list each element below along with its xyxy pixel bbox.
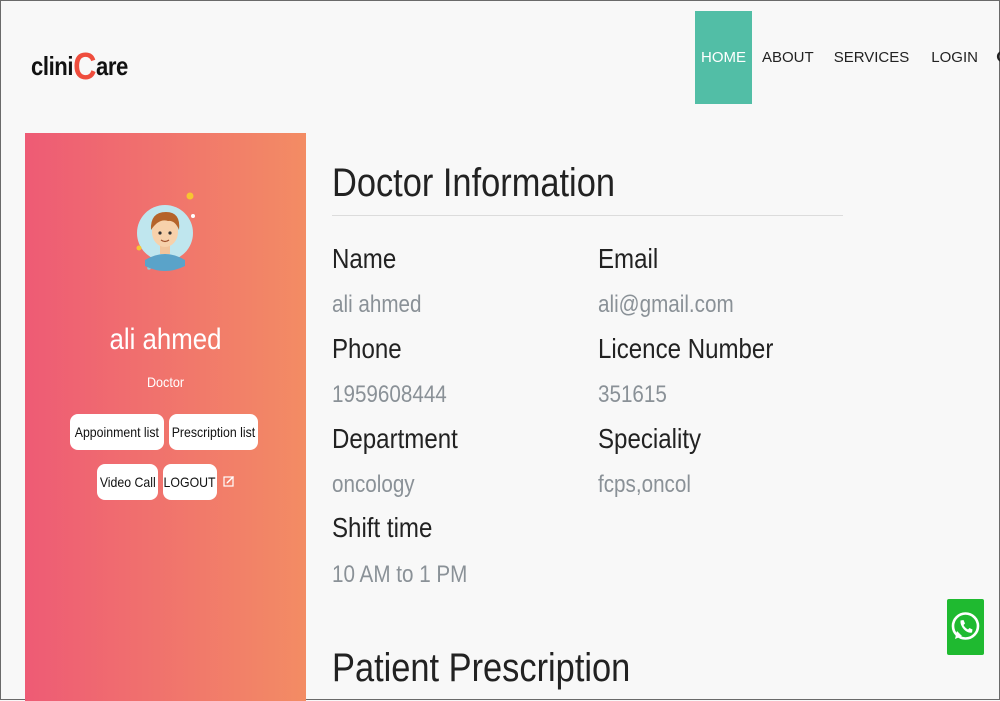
nav-home[interactable]: HOME xyxy=(695,11,752,104)
field-label-name: Name xyxy=(332,243,397,274)
logout-label: LOGOUT xyxy=(163,474,217,490)
whatsapp-icon xyxy=(951,612,980,640)
prescription-list-label: Prescription list xyxy=(171,424,256,440)
field-value-shift: 10 AM to 1 PM xyxy=(332,561,468,588)
field-label-phone: Phone xyxy=(332,333,402,364)
profile-role: Doctor xyxy=(146,374,185,390)
appointment-list-label: Appoinment list xyxy=(74,424,160,440)
field-value-name: ali ahmed xyxy=(332,291,422,318)
logo-suffix: are xyxy=(95,51,128,81)
nav-links: HOME ABOUT SERVICES LOGIN xyxy=(695,11,1000,104)
nav-login[interactable]: LOGIN xyxy=(931,11,978,104)
nav-about[interactable]: ABOUT xyxy=(762,11,814,104)
profile-sidebar: ali ahmed Doctor Appoinment list Prescri… xyxy=(25,133,306,701)
profile-name: ali ahmed xyxy=(109,323,222,356)
title-divider xyxy=(332,215,843,216)
field-label-email: Email xyxy=(598,243,659,274)
prescription-list-button[interactable]: Prescription list xyxy=(169,414,258,450)
whatsapp-button[interactable] xyxy=(947,599,984,655)
field-label-licence: Licence Number xyxy=(598,333,774,364)
logo-prefix: clini xyxy=(31,51,74,81)
logout-button[interactable]: LOGOUT xyxy=(163,464,217,500)
appointment-list-button[interactable]: Appoinment list xyxy=(70,414,164,450)
edit-icon[interactable] xyxy=(223,475,235,487)
doctor-avatar xyxy=(136,192,195,271)
field-value-speciality: fcps,oncol xyxy=(598,471,691,498)
logo-c-letter: C xyxy=(73,46,96,88)
video-call-label: Video Call xyxy=(99,474,156,490)
doctor-info-title: Doctor Information xyxy=(332,161,615,205)
field-label-department: Department xyxy=(332,423,458,454)
brand-logo[interactable]: cliniCare xyxy=(31,46,128,88)
field-value-licence: 351615 xyxy=(598,381,667,408)
field-value-department: oncology xyxy=(332,471,415,498)
video-call-button[interactable]: Video Call xyxy=(97,464,158,500)
nav-services[interactable]: SERVICES xyxy=(834,11,910,104)
field-value-phone: 1959608444 xyxy=(332,381,447,408)
navbar: cliniCare HOME ABOUT SERVICES LOGIN xyxy=(1,1,1000,116)
field-value-email: ali@gmail.com xyxy=(598,291,734,318)
search-icon[interactable] xyxy=(996,50,1000,66)
field-label-shift: Shift time xyxy=(332,512,433,543)
prescription-title: Patient Prescription xyxy=(332,646,631,690)
field-label-speciality: Speciality xyxy=(598,423,702,454)
